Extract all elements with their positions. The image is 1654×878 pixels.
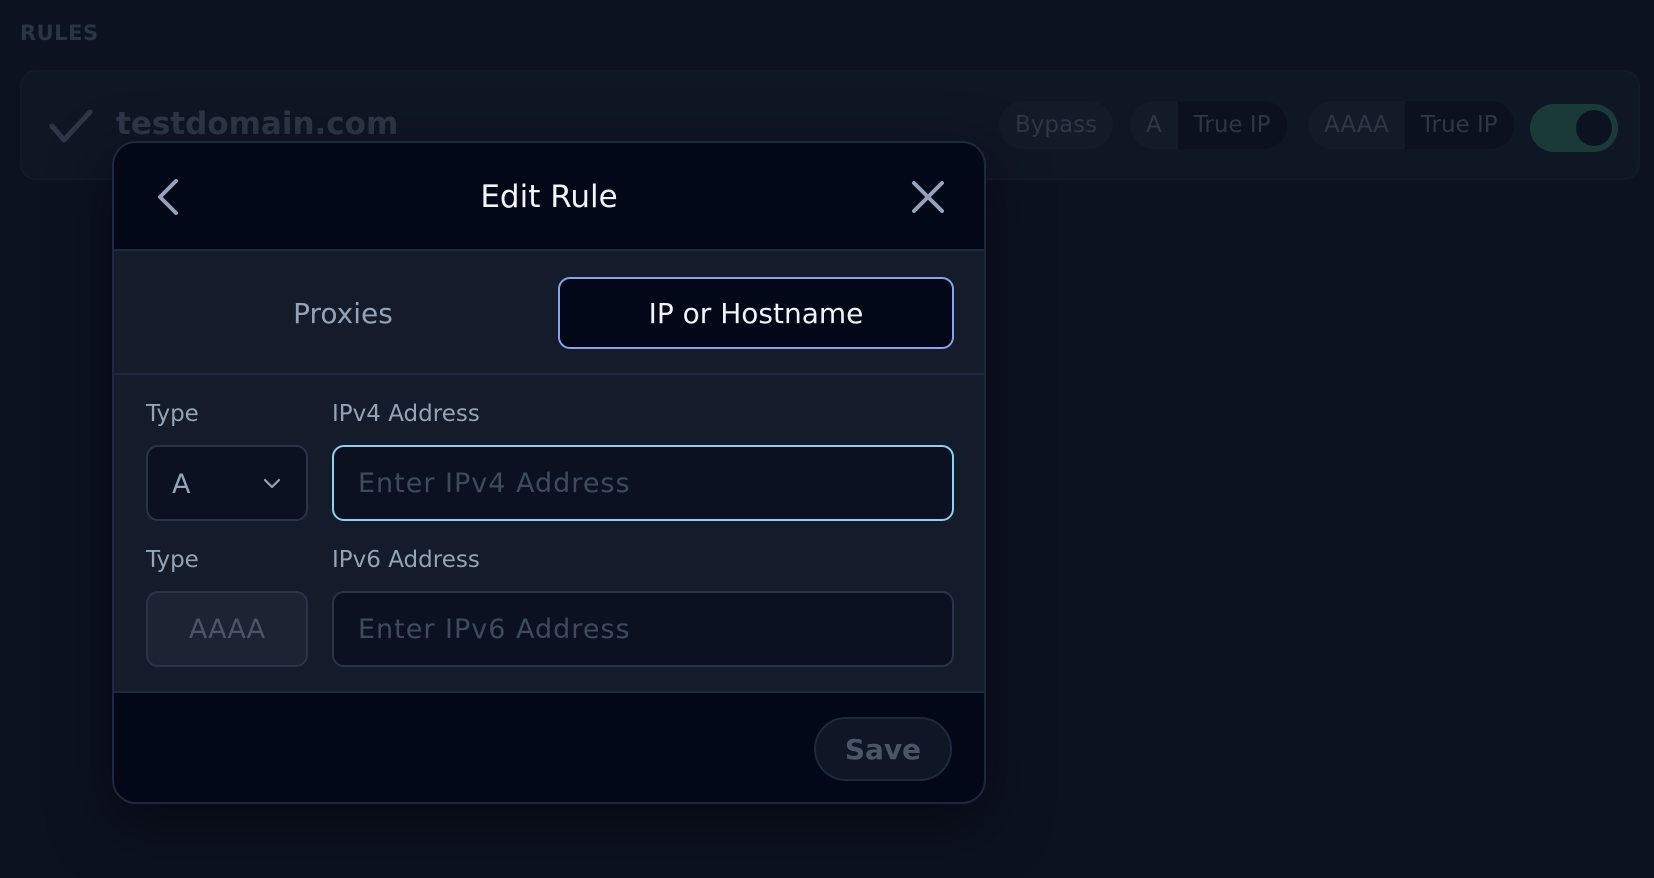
- action-badge-label: Bypass: [1015, 112, 1098, 138]
- ipv4-type-label: Type: [146, 401, 199, 427]
- aaaa-type-field: AAAA: [146, 591, 308, 667]
- ipv4-address-input[interactable]: [332, 445, 954, 521]
- a-record-type: A: [1146, 112, 1162, 138]
- address-form: Type IPv4 Address A Type IPv6 Address AA…: [114, 375, 984, 695]
- tab-bar: Proxies IP or Hostname: [114, 251, 984, 375]
- edit-rule-modal: Edit Rule Proxies IP or Hostname Type IP…: [112, 141, 986, 804]
- save-button[interactable]: Save: [814, 717, 952, 781]
- check-icon: [49, 109, 93, 143]
- toggle-knob: [1576, 110, 1612, 146]
- close-icon[interactable]: [908, 177, 948, 217]
- aaaa-record-value: True IP: [1404, 101, 1514, 149]
- record-type-select[interactable]: A: [146, 445, 308, 521]
- ipv6-type-label: Type: [146, 547, 199, 573]
- section-title: RULES: [20, 21, 99, 45]
- ipv6-address-label: IPv6 Address: [332, 547, 480, 573]
- record-type-value: A: [172, 469, 191, 500]
- tab-proxies[interactable]: Proxies: [146, 277, 540, 349]
- chevron-down-icon: [263, 478, 281, 489]
- ipv6-address-input[interactable]: [332, 591, 954, 667]
- modal-title: Edit Rule: [480, 179, 618, 215]
- tab-ip-or-hostname[interactable]: IP or Hostname: [558, 277, 954, 349]
- aaaa-record-badge: AAAA True IP: [1308, 101, 1514, 149]
- action-badge: Bypass: [999, 101, 1114, 149]
- rule-enabled-toggle[interactable]: [1530, 104, 1618, 152]
- modal-header: Edit Rule: [114, 143, 984, 251]
- aaaa-record-type: AAAA: [1324, 112, 1389, 138]
- a-record-value: True IP: [1177, 101, 1287, 149]
- modal-footer: Save: [114, 691, 984, 802]
- rule-domain: testdomain.com: [116, 106, 399, 142]
- ipv4-address-label: IPv4 Address: [332, 401, 480, 427]
- a-record-badge: A True IP: [1130, 101, 1287, 149]
